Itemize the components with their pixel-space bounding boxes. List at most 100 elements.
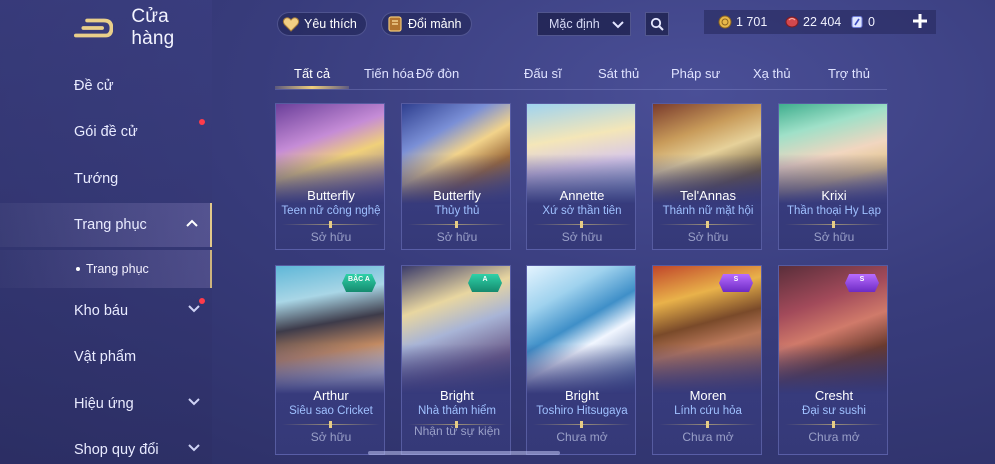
sidebar-item-bundles[interactable]: Gói đề cử — [0, 110, 212, 154]
tab-all[interactable]: Tất cả — [294, 66, 330, 81]
sidebar-item-skins[interactable]: Trang phục — [0, 203, 212, 247]
search-button[interactable] — [645, 12, 669, 36]
gold-coin-icon — [718, 15, 732, 29]
divider — [282, 221, 380, 228]
ownership-status: Sở hữu — [687, 230, 729, 244]
tab-marksman[interactable]: Xạ thủ — [753, 66, 791, 81]
sidebar-item-heroes[interactable]: Tướng — [0, 157, 212, 201]
skin-card[interactable]: S Moren Lính cứu hỏa Chưa mở — [652, 265, 762, 455]
voucher-counter: 22 404 — [785, 15, 841, 29]
skin-name: Xứ sở thần tiên — [542, 205, 622, 217]
chevron-down-icon — [188, 444, 200, 452]
sidebar-item-label: Tướng — [74, 171, 119, 187]
skin-card[interactable]: Butterfly Thủy thủ Sở hữu — [401, 103, 511, 250]
tier-badge-label: A — [482, 276, 488, 283]
favorite-button[interactable]: Yêu thích — [277, 12, 367, 36]
skin-artwork — [527, 266, 635, 394]
sidebar-item-effects[interactable]: Hiệu ứng — [0, 382, 212, 426]
horizontal-scrollbar[interactable] — [368, 451, 560, 455]
hero-name: Tel'Annas — [680, 188, 736, 203]
skin-card[interactable]: BẬC A Arthur Siêu sao Cricket Sở hữu — [275, 265, 385, 455]
shop-title: Cửa hàng — [131, 6, 175, 49]
divider — [533, 221, 631, 228]
chevron-down-icon — [188, 398, 200, 406]
tab-evolution[interactable]: Tiến hóa — [364, 66, 414, 81]
sort-dropdown[interactable]: Mặc định — [537, 12, 631, 36]
ownership-status: Sở hữu — [310, 230, 352, 244]
skin-card[interactable]: Butterfly Teen nữ công nghệ Sở hữu — [275, 103, 385, 250]
skin-name: Thánh nữ mặt hội — [662, 205, 754, 217]
sidebar-item-label: Trang phục — [74, 217, 147, 233]
hero-name: Krixi — [821, 188, 847, 203]
tier-badge-label: BẬC A — [348, 276, 370, 283]
hero-name: Bright — [440, 388, 474, 403]
gem-counter: 0 — [850, 15, 875, 29]
sidebar-item-label: Shop quy đổi — [74, 442, 159, 458]
gold-counter: 1 701 — [718, 15, 767, 29]
shard-exchange-label: Đổi mảnh — [408, 17, 462, 31]
active-tab-indicator — [275, 86, 349, 89]
sidebar-subitem-skins[interactable]: Trang phục — [0, 250, 212, 288]
sidebar-item-label: Gói đề cử — [74, 124, 138, 140]
sidebar-item-label: Đề cử — [74, 78, 114, 94]
voucher-amount: 22 404 — [803, 15, 842, 29]
ownership-status: Sở hữu — [310, 430, 352, 444]
hero-name: Moren — [689, 388, 727, 403]
tab-support[interactable]: Trợ thủ — [828, 66, 870, 81]
sidebar-item-label: Hiệu ứng — [74, 396, 134, 412]
ownership-status: Nhận từ sự kiện — [413, 424, 501, 438]
skin-name: Teen nữ công nghệ — [281, 205, 381, 217]
tab-assassin[interactable]: Sát thủ — [598, 66, 639, 81]
voucher-icon — [785, 16, 799, 28]
back-arrow-icon[interactable] — [74, 17, 114, 39]
divider — [533, 421, 631, 428]
ownership-status: Chưa mở — [808, 430, 860, 444]
search-icon — [650, 17, 664, 31]
sort-selected-value: Mặc định — [549, 17, 600, 31]
divider — [659, 221, 757, 228]
skin-card[interactable]: Bright Toshiro Hitsugaya Chưa mở — [526, 265, 636, 455]
skin-name: Lính cứu hỏa — [674, 405, 742, 417]
gem-amount: 0 — [868, 15, 875, 29]
ownership-status: Chưa mở — [682, 430, 734, 444]
ownership-status: Chưa mở — [556, 430, 608, 444]
tier-badge: BẬC A — [342, 274, 376, 292]
tier-badge: S — [719, 274, 753, 292]
notification-dot — [199, 298, 205, 304]
skin-name: Siêu sao Cricket — [289, 405, 373, 417]
hero-name: Annette — [559, 188, 605, 203]
ownership-status: Sở hữu — [561, 230, 603, 244]
tab-mage[interactable]: Pháp sư — [671, 66, 720, 81]
tab-fighter[interactable]: Đấu sĩ — [524, 66, 562, 81]
hero-name: Bright — [565, 388, 599, 403]
sidebar-item-featured[interactable]: Đề cử — [0, 64, 212, 108]
skin-card[interactable]: A Bright Nhà thám hiểm Nhận từ sự kiện — [401, 265, 511, 455]
skin-card[interactable]: Annette Xứ sở thần tiên Sở hữu — [526, 103, 636, 250]
heart-icon — [282, 17, 300, 32]
sidebar-item-treasure[interactable]: Kho báu — [0, 289, 212, 333]
hero-name: Arthur — [313, 388, 349, 403]
category-tabs: Tất cả Tiến hóa Đỡ đòn Đấu sĩ Sát thủ Ph… — [275, 60, 887, 90]
chevron-up-icon — [186, 219, 198, 227]
hero-name: Cresht — [814, 388, 854, 403]
chevron-down-icon — [188, 305, 200, 313]
skin-card[interactable]: Tel'Annas Thánh nữ mặt hội Sở hữu — [652, 103, 762, 250]
skin-card[interactable]: Krixi Thần thoại Hy Lạp Sở hữu — [778, 103, 888, 250]
divider — [408, 221, 506, 228]
skin-card[interactable]: S Cresht Đại sư sushi Chưa mở — [778, 265, 888, 455]
divider — [282, 421, 380, 428]
bullet-icon — [76, 267, 80, 271]
tab-tank[interactable]: Đỡ đòn — [416, 66, 459, 81]
divider — [785, 421, 883, 428]
skin-name: Thần thoại Hy Lạp — [787, 205, 881, 217]
sidebar-item-items[interactable]: Vật phẩm — [0, 335, 212, 379]
divider — [659, 421, 757, 428]
gold-amount: 1 701 — [736, 15, 768, 29]
tier-badge-label: S — [859, 276, 865, 283]
add-currency-plus-icon[interactable] — [911, 12, 929, 30]
sidebar-item-exchange-shop[interactable]: Shop quy đổi — [0, 428, 212, 464]
shard-exchange-button[interactable]: Đổi mảnh — [381, 12, 472, 36]
tier-badge: S — [845, 274, 879, 292]
divider — [785, 221, 883, 228]
skin-name: Toshiro Hitsugaya — [536, 405, 628, 417]
